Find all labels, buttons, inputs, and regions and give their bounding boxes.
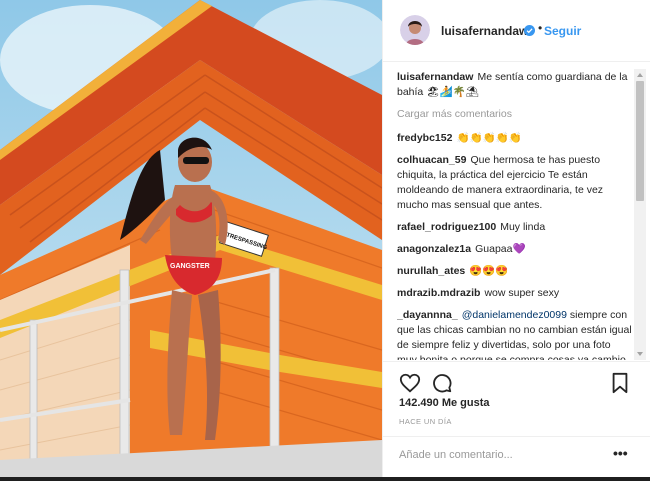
caption-username[interactable]: luisafernandaw	[397, 71, 473, 83]
list-item: anagonzalez1a Guapaa💜	[397, 242, 633, 257]
scrollbar-thumb[interactable]	[636, 81, 644, 201]
more-options-button[interactable]: •••	[613, 445, 628, 461]
follow-button[interactable]: Seguir	[544, 24, 581, 38]
list-item: colhuacan_59 Que hermosa te has puesto ch…	[397, 153, 633, 213]
header-username[interactable]: luisafernandaw	[441, 24, 528, 38]
list-item: _dayannna_ @danielamendez0099 siempre con…	[397, 308, 633, 360]
post-modal: TRESPASSING GANGSTER luisafernandaw • Se…	[0, 0, 650, 481]
comments-scrollbar[interactable]	[634, 69, 646, 360]
scroll-up-icon[interactable]	[637, 73, 643, 77]
add-comment-area: Añade un comentario... •••	[383, 436, 650, 478]
comment-text: Guapaa💜	[475, 243, 526, 255]
comment-text: Muy linda	[500, 221, 546, 233]
action-bar	[383, 361, 650, 402]
post-header: luisafernandaw • Seguir	[383, 0, 650, 62]
bottom-strip	[0, 477, 650, 481]
comment-text: wow super sexy	[484, 287, 560, 299]
list-item: fredybc152 👏👏👏👏👏	[397, 131, 633, 146]
list-item: mdrazib.mdrazib wow super sexy	[397, 286, 633, 301]
comment-username[interactable]: rafael_rodriguez100	[397, 221, 496, 233]
comment-input[interactable]: Añade un comentario...	[399, 449, 513, 461]
lifeguard-tower-photo: TRESPASSING GANGSTER	[0, 0, 382, 477]
suit-text: GANGSTER	[170, 263, 210, 270]
scroll-down-icon[interactable]	[637, 352, 643, 356]
comment-username[interactable]: fredybc152	[397, 132, 452, 144]
comment-text: 😍😍😍	[469, 265, 509, 277]
comment-username[interactable]: _dayannna_	[397, 309, 458, 321]
comment-username[interactable]: anagonzalez1a	[397, 243, 471, 255]
load-more-comments-button[interactable]: Cargar más comentarios	[397, 107, 633, 122]
verified-icon	[524, 25, 535, 36]
avatar-image	[400, 15, 430, 45]
likes-count[interactable]: 142.490 Me gusta	[399, 397, 490, 409]
comment-mention[interactable]: @danielamendez0099	[462, 309, 567, 321]
bookmark-icon[interactable]	[609, 372, 631, 394]
comment-icon[interactable]	[431, 372, 453, 394]
avatar[interactable]	[400, 15, 430, 45]
post-timestamp: HACE UN DÍA	[399, 417, 452, 426]
comment-username[interactable]: mdrazib.mdrazib	[397, 287, 480, 299]
comment-text: 👏👏👏👏👏	[456, 132, 522, 144]
list-item: nurullah_ates 😍😍😍	[397, 264, 633, 279]
comment-username[interactable]: colhuacan_59	[397, 154, 466, 166]
list-item: rafael_rodriguez100 Muy linda	[397, 220, 633, 235]
comment-username[interactable]: nurullah_ates	[397, 265, 465, 277]
heart-icon[interactable]	[399, 372, 421, 394]
post-photo[interactable]: TRESPASSING GANGSTER	[0, 0, 382, 477]
comments-list[interactable]: luisafernandaw Me sentía como guardiana d…	[397, 70, 633, 360]
header-separator: •	[538, 21, 543, 35]
caption: luisafernandaw Me sentía como guardiana d…	[397, 70, 633, 100]
post-sidebar: luisafernandaw • Seguir luisafernandaw Me…	[382, 0, 650, 477]
